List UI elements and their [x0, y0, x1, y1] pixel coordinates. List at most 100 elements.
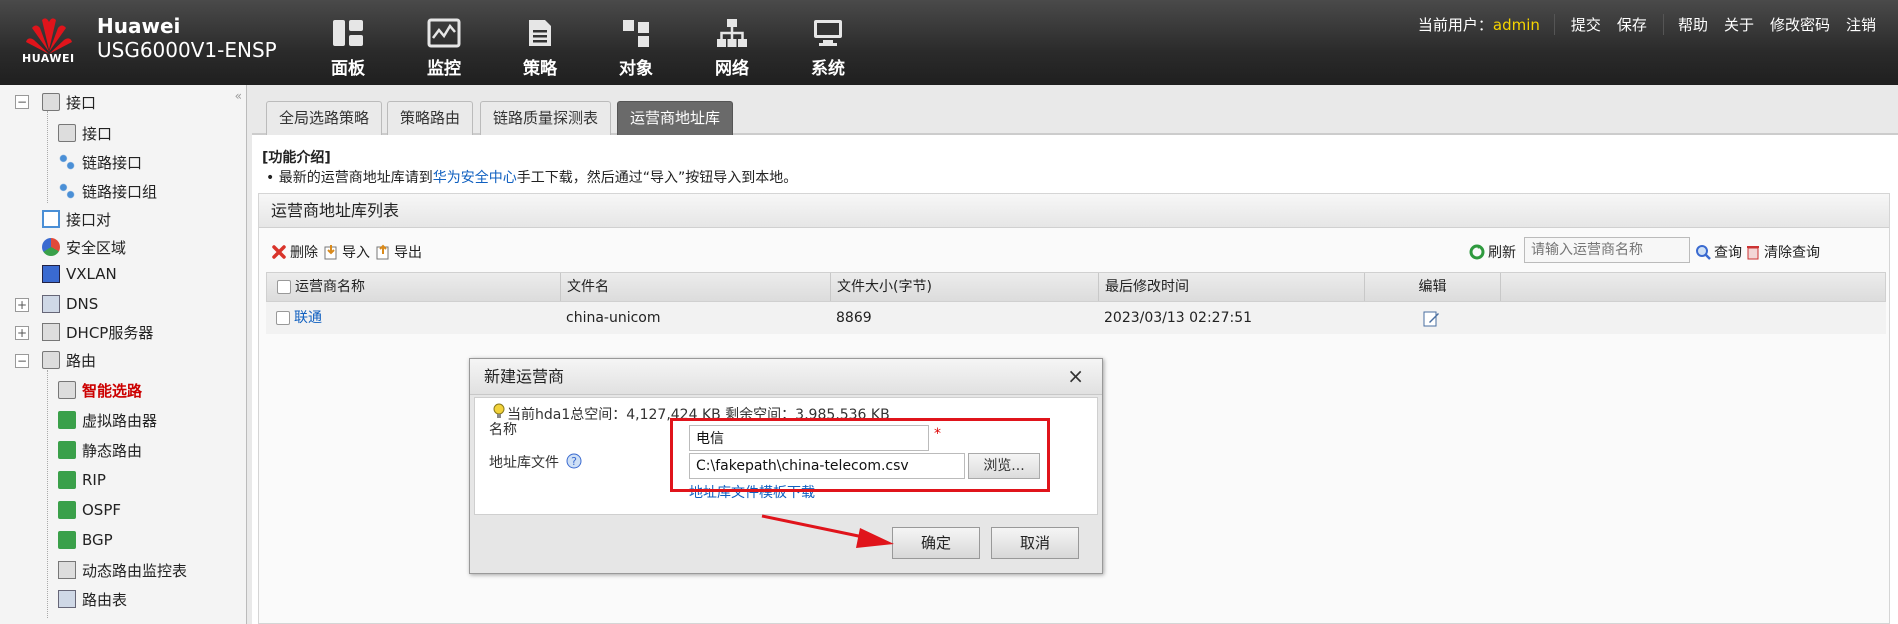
nav-network[interactable]: 网络 — [684, 18, 780, 79]
modified-time-cell: 2023/03/13 02:27:51 — [1104, 310, 1253, 326]
collapse-node-icon[interactable]: − — [15, 354, 29, 368]
edit-icon[interactable] — [1423, 310, 1440, 327]
sidebar-item-label: DHCP服务器 — [66, 323, 154, 342]
vxlan-icon — [42, 265, 60, 283]
collapse-node-icon[interactable]: − — [15, 95, 29, 109]
table-row[interactable]: 联通 china-unicom 8869 2023/03/13 02:27:51 — [266, 302, 1886, 334]
column-header[interactable]: 文件大小(字节) — [831, 273, 1099, 301]
system-icon — [814, 20, 842, 46]
change-password-link[interactable]: 修改密码 — [1762, 14, 1838, 35]
sidebar-item-vxlan[interactable]: VXLAN — [42, 261, 117, 287]
sidebar-item-smart-routing[interactable]: 智能选路 — [58, 377, 142, 403]
clear-query-button[interactable]: 清除查询 — [1745, 242, 1820, 262]
smart-routing-icon — [58, 381, 76, 399]
export-label: 导出 — [394, 245, 422, 261]
sidebar-item-routing-table[interactable]: 路由表 — [58, 586, 127, 612]
panel-title: 运营商地址库列表 — [259, 194, 1889, 228]
sidebar-item-dhcp[interactable]: DHCP服务器 — [42, 319, 153, 345]
delete-button[interactable]: 删除 — [271, 242, 318, 262]
sidebar-item-rip[interactable]: RIP — [58, 467, 106, 493]
sidebar-item-label: 安全区域 — [66, 238, 127, 257]
pointer-arrow-icon — [761, 514, 894, 548]
top-right-toolbar: 当前用户： admin 提交 保存 帮助 关于 修改密码 注销 — [1410, 14, 1884, 35]
sidebar-item-bgp[interactable]: BGP — [58, 527, 113, 553]
nav-label: 系统 — [811, 59, 845, 79]
sidebar-item-interface-child[interactable]: 接口 — [58, 120, 112, 146]
sidebar-item-label: 接口 — [82, 124, 113, 143]
sidebar-item-interface[interactable]: 接口 — [42, 89, 96, 115]
search-icon — [1696, 245, 1711, 260]
import-label: 导入 — [342, 245, 370, 261]
top-header: HUAWEI Huawei USG6000V1-ENSP 面板 监控 策略 对象… — [0, 0, 1898, 85]
confirm-button[interactable]: 确定 — [892, 527, 980, 559]
sidebar-item-label: 路由表 — [82, 590, 128, 609]
tab-global-routing-policy[interactable]: 全局选路策略 — [266, 101, 383, 135]
logout-link[interactable]: 注销 — [1838, 14, 1884, 35]
intro-prefix: • 最新的运营商地址库请到 — [266, 170, 433, 186]
sidebar-item-routing[interactable]: 路由 — [42, 347, 96, 373]
nav-object[interactable]: 对象 — [588, 18, 684, 79]
save-link[interactable]: 保存 — [1609, 16, 1655, 34]
help-link[interactable]: 帮助 — [1670, 14, 1716, 35]
sidebar-item-dns[interactable]: DNS — [42, 291, 98, 317]
dynamic-monitor-icon — [58, 561, 76, 579]
tab-isp-address-library[interactable]: 运营商地址库 — [617, 101, 734, 135]
sidebar-item-ospf[interactable]: OSPF — [58, 497, 121, 523]
nav-policy[interactable]: 策略 — [492, 18, 588, 79]
tab-link-quality[interactable]: 链路质量探测表 — [480, 101, 612, 135]
sidebar-item-dynamic-monitor[interactable]: 动态路由监控表 — [58, 557, 187, 583]
tab-policy-routing[interactable]: 策略路由 — [387, 101, 474, 135]
tree-line — [47, 370, 48, 618]
nav-dashboard[interactable]: 面板 — [300, 18, 396, 79]
tree-line — [47, 111, 48, 203]
nav-label: 对象 — [619, 59, 653, 79]
sidebar-item-virtual-router[interactable]: 虚拟路由器 — [58, 407, 157, 433]
cancel-button[interactable]: 取消 — [991, 527, 1079, 559]
sidebar-item-label: 虚拟路由器 — [82, 411, 158, 430]
highlight-rectangle — [670, 418, 1050, 492]
nav-system[interactable]: 系统 — [780, 18, 876, 79]
tabs-bar: 全局选路策略 策略路由 链路质量探测表 运营商地址库 — [252, 85, 1898, 135]
close-icon[interactable]: × — [1067, 366, 1084, 386]
routing-icon — [42, 351, 60, 369]
intro-suffix: 手工下载，然后通过“导入”按钮导入到本地。 — [516, 170, 798, 186]
sidebar-item-label: BGP — [82, 531, 113, 549]
collapse-sidebar-icon[interactable]: « — [235, 89, 242, 103]
nav-monitor[interactable]: 监控 — [396, 18, 492, 79]
dialog-title: 新建运营商 — [470, 359, 1102, 395]
sidebar-item-link-interface-group[interactable]: 链路接口组 — [58, 178, 157, 204]
column-header[interactable]: 运营商名称 — [289, 273, 561, 301]
sidebar-item-static-route[interactable]: 静态路由 — [58, 437, 142, 463]
query-button[interactable]: 查询 — [1695, 242, 1742, 262]
refresh-icon — [1469, 244, 1485, 260]
export-button[interactable]: 导出 — [375, 242, 422, 262]
commit-link[interactable]: 提交 — [1563, 16, 1609, 34]
expand-node-icon[interactable]: + — [15, 298, 29, 312]
refresh-button[interactable]: 刷新 — [1469, 242, 1516, 262]
brand-name: Huawei — [97, 14, 181, 38]
dhcp-server-icon — [42, 323, 60, 341]
sidebar-item-security-zone[interactable]: 安全区域 — [42, 234, 126, 260]
sidebar-item-interface-pair[interactable]: 接口对 — [42, 206, 111, 232]
link-interface-group-icon — [58, 182, 76, 200]
current-user: admin — [1492, 15, 1540, 34]
column-header: 编辑 — [1365, 273, 1501, 301]
isp-name-link[interactable]: 联通 — [288, 302, 322, 334]
object-icon — [623, 20, 649, 47]
security-center-link[interactable]: 华为安全中心 — [433, 170, 517, 186]
expand-node-icon[interactable]: + — [15, 326, 29, 340]
isp-search-input[interactable] — [1524, 237, 1690, 263]
security-zone-icon — [42, 238, 60, 256]
import-button[interactable]: 导入 — [323, 242, 370, 262]
commit-save-group: 提交 保存 — [1553, 14, 1664, 35]
file-name-cell: china-unicom — [566, 310, 661, 326]
help-icon[interactable]: ? — [566, 453, 582, 469]
sidebar-item-label: DNS — [66, 295, 99, 313]
about-link[interactable]: 关于 — [1716, 14, 1762, 35]
nav-label: 策略 — [523, 59, 557, 79]
column-header[interactable]: 最后修改时间 — [1099, 273, 1365, 301]
column-header[interactable]: 文件名 — [561, 273, 831, 301]
link-interface-icon — [58, 153, 76, 171]
sidebar-item-link-interface[interactable]: 链路接口 — [58, 149, 142, 175]
svg-text:?: ? — [571, 455, 577, 468]
